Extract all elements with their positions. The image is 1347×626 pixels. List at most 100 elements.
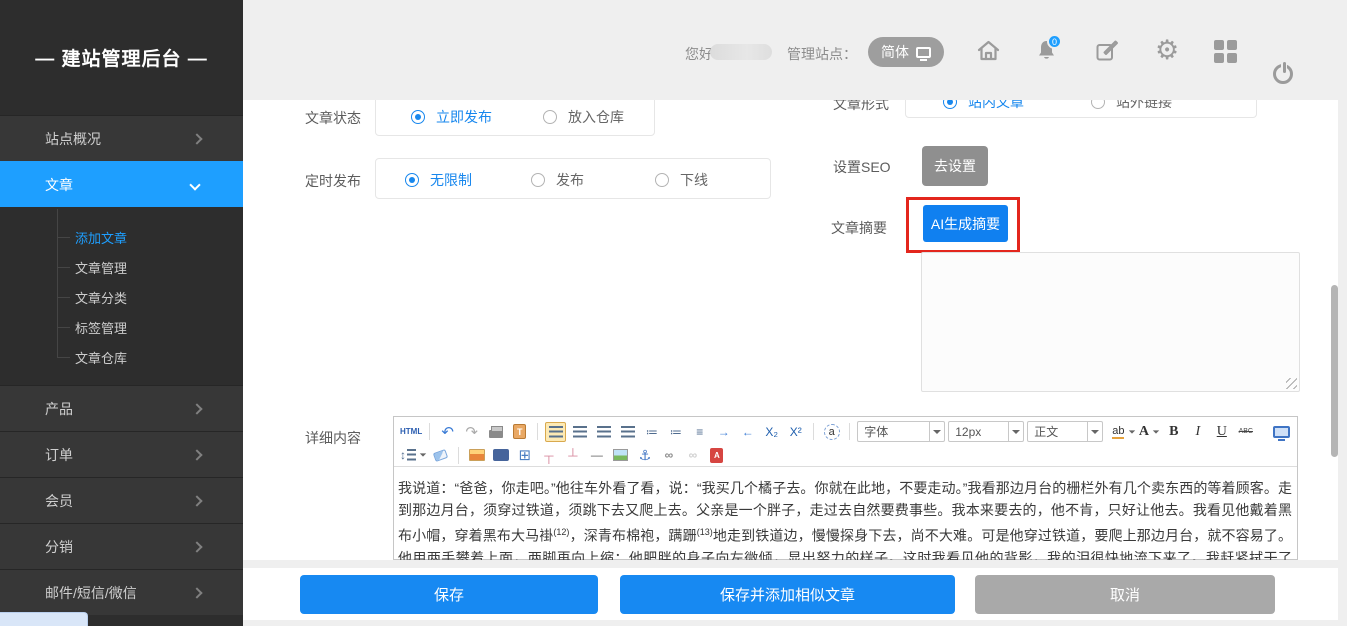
strikethrough-icon[interactable]: ABC: [1235, 422, 1256, 442]
align-left-icon[interactable]: [545, 422, 566, 442]
radio-selected-icon[interactable]: [405, 173, 419, 187]
insert-image-icon[interactable]: [466, 445, 487, 465]
bold-icon[interactable]: B: [1163, 422, 1184, 442]
sidebar-item-products[interactable]: 产品: [0, 385, 243, 431]
underline-icon[interactable]: U: [1211, 422, 1232, 442]
compose-edit-icon[interactable]: [1094, 38, 1120, 64]
sidebar-item-orders[interactable]: 订单: [0, 431, 243, 477]
subscript-icon[interactable]: X₂: [761, 422, 782, 442]
insert-table-icon[interactable]: ⊞: [514, 445, 535, 465]
topbar: 您好 管理站点： 简体 0 ⚙: [243, 0, 1347, 100]
submenu-item-article-category[interactable]: 文章分类: [75, 287, 127, 307]
indent-icon[interactable]: →: [713, 422, 734, 442]
sidebar-item-mail-sms-wechat[interactable]: 邮件/短信/微信: [0, 569, 243, 615]
radio-icon[interactable]: [543, 110, 557, 124]
sidebar-item-label: 文章: [45, 175, 73, 195]
summary-textarea[interactable]: [921, 252, 1300, 392]
fullscreen-preview-icon[interactable]: [1270, 422, 1291, 442]
italic-icon[interactable]: I: [1187, 422, 1208, 442]
apps-grid-icon[interactable]: [1214, 39, 1238, 63]
select-caret-icon: [1087, 422, 1102, 441]
radio-internal-article[interactable]: 站内文章: [943, 100, 1024, 112]
app-logo-title: — 建站管理后台 —: [0, 0, 243, 115]
main-content: 文章状态 立即发布 放入仓库 定时发布 无限制 发布 下线 文章形式: [243, 100, 1338, 560]
save-button[interactable]: 保存: [300, 575, 598, 614]
redo-icon[interactable]: ↷: [461, 422, 482, 442]
page-break-before-icon[interactable]: ┬: [538, 445, 559, 465]
radio-label: 立即发布: [436, 107, 492, 127]
html-source-icon[interactable]: HTML: [400, 422, 422, 442]
radio-icon[interactable]: [1091, 100, 1105, 109]
sidebar-item-label: 站点概况: [45, 129, 101, 149]
radio-label: 站内文章: [968, 100, 1024, 112]
textarea-resize-handle[interactable]: [1286, 378, 1297, 389]
settings-gear-icon[interactable]: ⚙: [1155, 37, 1179, 63]
ai-generate-summary-button[interactable]: AI生成摘要: [923, 205, 1008, 242]
language-toggle-button[interactable]: 简体: [868, 37, 944, 67]
anchor-icon[interactable]: ⚓: [634, 445, 655, 465]
select-caret-icon: [929, 422, 944, 441]
word-wrap-icon[interactable]: ≡: [689, 422, 710, 442]
paragraph-format-select[interactable]: 正文: [1027, 421, 1103, 442]
footer-action-bar: 保存 保存并添加相似文章 取消: [243, 568, 1338, 620]
radio-offline[interactable]: 下线: [655, 170, 708, 190]
align-justify-icon[interactable]: [617, 422, 638, 442]
align-right-icon[interactable]: [593, 422, 614, 442]
insert-video-icon[interactable]: [490, 445, 511, 465]
unordered-list-icon[interactable]: ≔: [665, 422, 686, 442]
paste-plain-text-icon[interactable]: T: [509, 422, 530, 442]
submenu-item-article-warehouse[interactable]: 文章仓库: [75, 347, 127, 367]
home-icon[interactable]: [975, 37, 1002, 64]
radio-publish[interactable]: 发布: [531, 170, 584, 190]
print-icon[interactable]: [485, 422, 506, 442]
sidebar-item-site-overview[interactable]: 站点概况: [0, 115, 243, 161]
auto-typeset-icon[interactable]: a: [821, 422, 842, 442]
vertical-scrollbar-thumb[interactable]: [1331, 285, 1338, 457]
submenu-item-tag-manage[interactable]: 标签管理: [75, 317, 127, 337]
notifications-bell-icon[interactable]: 0: [1034, 38, 1062, 66]
sidebar-item-members[interactable]: 会员: [0, 477, 243, 523]
radio-label: 放入仓库: [568, 107, 624, 127]
page-break-after-icon[interactable]: ┴: [562, 445, 583, 465]
line-height-icon[interactable]: ↕: [400, 445, 427, 465]
unlink-icon[interactable]: ∞: [682, 445, 703, 465]
cancel-button[interactable]: 取消: [975, 575, 1275, 614]
chevron-right-icon: [191, 495, 202, 506]
eraser-format-icon[interactable]: [430, 445, 451, 465]
font-size-select[interactable]: 12px: [948, 421, 1024, 442]
radio-no-limit[interactable]: 无限制: [405, 170, 472, 190]
editor-content-area[interactable]: 我说道：“爸爸，你走吧。”他往车外看了看，说：“我买几个橘子去。你就在此地，不要…: [394, 468, 1297, 560]
highlight-color-icon[interactable]: ab: [1112, 422, 1136, 442]
radio-icon[interactable]: [655, 173, 669, 187]
insert-photo-icon[interactable]: [610, 445, 631, 465]
notification-badge: 0: [1047, 34, 1062, 49]
tree-line: [57, 209, 58, 357]
toolbar-separator: [537, 423, 538, 440]
horizontal-rule-icon[interactable]: —: [586, 445, 607, 465]
undo-icon[interactable]: ↶: [437, 422, 458, 442]
radio-selected-icon[interactable]: [943, 100, 957, 109]
radio-icon[interactable]: [531, 173, 545, 187]
radio-put-in-warehouse[interactable]: 放入仓库: [543, 107, 624, 127]
submenu-item-article-manage[interactable]: 文章管理: [75, 257, 127, 277]
radio-label: 站外链接: [1116, 100, 1172, 112]
sidebar-item-articles[interactable]: 文章: [0, 161, 243, 207]
align-center-icon[interactable]: [569, 422, 590, 442]
save-and-add-similar-button[interactable]: 保存并添加相似文章: [620, 575, 955, 614]
font-family-select[interactable]: 字体: [857, 421, 945, 442]
ordered-list-icon[interactable]: ≔: [641, 422, 662, 442]
submenu-item-add-article[interactable]: 添加文章: [75, 227, 127, 247]
radio-selected-icon[interactable]: [411, 110, 425, 124]
footnote-12: (12): [553, 527, 569, 537]
export-pdf-icon[interactable]: A: [706, 445, 727, 465]
outdent-icon[interactable]: ←: [737, 422, 758, 442]
toolbar-separator: [458, 447, 459, 464]
superscript-icon[interactable]: X²: [785, 422, 806, 442]
link-icon[interactable]: ∞: [658, 445, 679, 465]
logout-power-icon[interactable]: [1272, 62, 1296, 86]
radio-publish-now[interactable]: 立即发布: [411, 107, 492, 127]
font-color-icon[interactable]: A: [1139, 422, 1160, 442]
seo-setup-button[interactable]: 去设置: [922, 146, 988, 186]
sidebar-item-distribution[interactable]: 分销: [0, 523, 243, 569]
radio-external-link[interactable]: 站外链接: [1091, 100, 1172, 112]
